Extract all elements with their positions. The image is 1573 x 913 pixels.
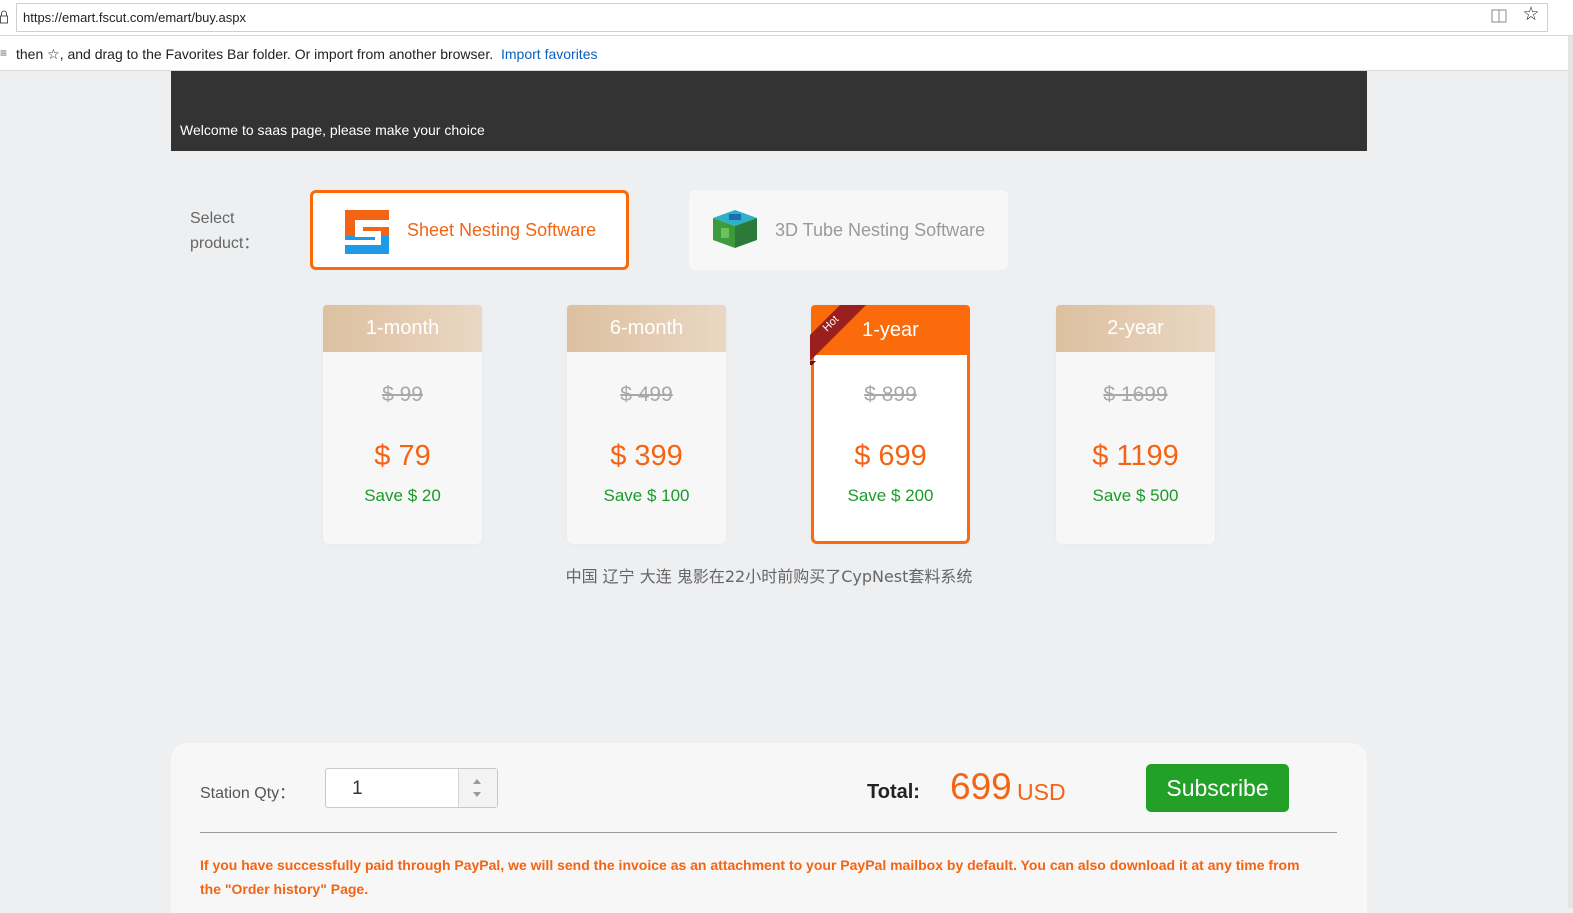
tube-nesting-logo-icon	[713, 210, 757, 248]
original-price: $ 99	[382, 383, 423, 406]
favorites-message: then ☆, and drag to the Favorites Bar fo…	[16, 46, 597, 63]
order-panel: Station Qty： 1 Total: 699 USD Subscribe …	[171, 743, 1367, 913]
total-amount: 699	[950, 766, 1012, 807]
station-qty-value: 1	[352, 778, 363, 799]
qty-spinner[interactable]	[458, 769, 497, 807]
import-favorites-link[interactable]: Import favorites	[501, 46, 597, 62]
plan-card-1-year[interactable]: 1-year $ 899 $ 699 Save $ 200 Hot	[810, 305, 970, 544]
url-input[interactable]: https://emart.fscut.com/emart/buy.aspx	[16, 3, 1548, 32]
reading-view-icon[interactable]	[1491, 9, 1507, 23]
original-price: $ 1699	[1103, 383, 1168, 406]
decrement-arrow-icon[interactable]	[473, 792, 481, 797]
plan-card-2-year[interactable]: 2-year $ 1699 $ 1199 Save $ 500	[1056, 305, 1215, 544]
subscribe-button[interactable]: Subscribe	[1146, 764, 1289, 812]
station-qty-label: Station Qty：	[200, 785, 296, 802]
product-option-3d-tube-nesting[interactable]: 3D Tube Nesting Software	[689, 190, 1008, 270]
total-label: Total:	[867, 781, 920, 803]
recent-purchase-notice: 中国 辽宁 大连 鬼影在22小时前购买了CypNest套料系统	[565, 567, 973, 586]
sheet-nesting-logo-icon	[345, 210, 389, 254]
total-currency: USD	[1017, 779, 1066, 805]
discount-price: $ 1199	[1092, 440, 1179, 472]
hot-ribbon-badge: Hot	[810, 305, 866, 365]
product-name: 3D Tube Nesting Software	[775, 220, 986, 240]
discount-price: $ 399	[610, 440, 683, 472]
address-bar: https://emart.fscut.com/emart/buy.aspx ☆	[0, 0, 1573, 36]
plan-card-1-month[interactable]: 1-month $ 99 $ 79 Save $ 20	[323, 305, 482, 544]
product-name: Sheet Nesting Software	[407, 220, 597, 240]
favorites-bar-icon: ≡	[0, 46, 8, 60]
select-product-label: Select product：	[190, 210, 260, 252]
favorite-star-icon[interactable]: ☆	[1521, 5, 1541, 25]
original-price: $ 899	[864, 383, 917, 406]
station-qty-stepper[interactable]: 1	[325, 768, 498, 808]
welcome-text: Welcome to saas page, please make your c…	[180, 122, 485, 138]
product-option-sheet-nesting[interactable]: Sheet Nesting Software	[310, 190, 629, 270]
favorites-bar: ≡ then ☆, and drag to the Favorites Bar …	[0, 36, 1573, 71]
lock-icon	[0, 10, 8, 24]
discount-price: $ 699	[854, 440, 927, 472]
savings-text: Save $ 500	[1092, 486, 1179, 505]
discount-price: $ 79	[374, 440, 431, 472]
url-text: https://emart.fscut.com/emart/buy.aspx	[23, 10, 247, 25]
plan-term: 6-month	[567, 305, 726, 352]
savings-text: Save $ 100	[603, 486, 690, 505]
original-price: $ 499	[620, 383, 673, 406]
page-scrollbar[interactable]	[1568, 36, 1573, 908]
favorites-message-text: then ☆, and drag to the Favorites Bar fo…	[16, 46, 494, 62]
plan-term: 1-month	[323, 305, 482, 352]
savings-text: Save $ 20	[364, 486, 441, 505]
divider	[200, 832, 1337, 833]
plan-term: 2-year	[1056, 305, 1215, 352]
plan-card-6-month[interactable]: 6-month $ 499 $ 399 Save $ 100	[567, 305, 726, 544]
invoice-note: If you have successfully paid through Pa…	[200, 857, 1300, 897]
savings-text: Save $ 200	[847, 486, 934, 505]
increment-arrow-icon[interactable]	[473, 779, 481, 784]
welcome-banner: Welcome to saas page, please make your c…	[171, 71, 1367, 151]
